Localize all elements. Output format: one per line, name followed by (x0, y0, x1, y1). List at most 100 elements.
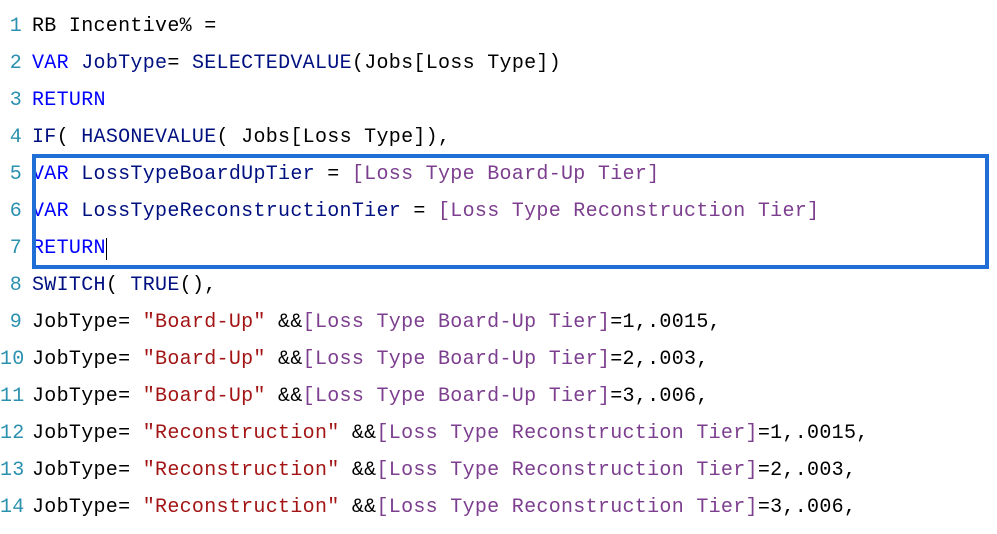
code-line[interactable]: 4IF( HASONEVALUE( Jobs[Loss Type]), (0, 119, 997, 156)
line-content[interactable]: JobType= "Board-Up" &&[Loss Type Board-U… (32, 341, 997, 378)
code-line[interactable]: 6VAR LossTypeReconstructionTier = [Loss … (0, 193, 997, 230)
code-token: =3,.006, (610, 385, 708, 408)
code-token: = (315, 163, 352, 186)
code-token: JobType= (32, 459, 143, 482)
code-token: [Loss Type Reconstruction Tier] (376, 422, 757, 445)
code-token: JobType= (32, 311, 143, 334)
code-token: [Loss Type Reconstruction Tier] (376, 459, 757, 482)
code-token: [Loss Type Board-Up Tier] (352, 163, 660, 186)
code-line[interactable]: 3RETURN (0, 82, 997, 119)
line-number: 14 (0, 489, 32, 526)
line-content[interactable]: VAR LossTypeBoardUpTier = [Loss Type Boa… (32, 156, 997, 193)
line-content[interactable]: JobType= "Board-Up" &&[Loss Type Board-U… (32, 304, 997, 341)
code-token: RETURN (32, 237, 106, 260)
code-line[interactable]: 5VAR LossTypeBoardUpTier = [Loss Type Bo… (0, 156, 997, 193)
code-line[interactable]: 14JobType= "Reconstruction" &&[Loss Type… (0, 489, 997, 526)
code-token: JobType= (32, 422, 143, 445)
code-token: "Reconstruction" (143, 422, 340, 445)
code-token: JobType (81, 52, 167, 75)
code-token: && (266, 348, 303, 371)
code-token (69, 163, 81, 186)
line-number: 13 (0, 452, 32, 489)
line-content[interactable]: VAR JobType= SELECTEDVALUE(Jobs[Loss Typ… (32, 45, 997, 82)
line-number: 12 (0, 415, 32, 452)
code-token: RB Incentive% (32, 15, 204, 38)
code-line[interactable]: 2VAR JobType= SELECTEDVALUE(Jobs[Loss Ty… (0, 45, 997, 82)
code-line[interactable]: 13JobType= "Reconstruction" &&[Loss Type… (0, 452, 997, 489)
code-token: "Reconstruction" (143, 496, 340, 519)
line-number: 11 (0, 378, 32, 415)
line-number: 8 (0, 267, 32, 304)
code-token: = (401, 200, 438, 223)
code-editor[interactable]: 1RB Incentive% =2VAR JobType= SELECTEDVA… (0, 8, 997, 526)
code-token: VAR (32, 163, 69, 186)
line-content[interactable]: VAR LossTypeReconstructionTier = [Loss T… (32, 193, 997, 230)
line-content[interactable]: JobType= "Reconstruction" &&[Loss Type R… (32, 452, 997, 489)
line-content[interactable]: JobType= "Reconstruction" &&[Loss Type R… (32, 415, 997, 452)
line-number: 2 (0, 45, 32, 82)
code-token: "Reconstruction" (143, 459, 340, 482)
code-line[interactable]: 12JobType= "Reconstruction" &&[Loss Type… (0, 415, 997, 452)
line-number: 7 (0, 230, 32, 267)
code-token: && (340, 496, 377, 519)
text-cursor (106, 238, 107, 260)
code-token: RETURN (32, 89, 106, 112)
code-token: && (266, 311, 303, 334)
code-token: [Loss Type Board-Up Tier] (303, 385, 611, 408)
line-number: 1 (0, 8, 32, 45)
code-token: SELECTEDVALUE (192, 52, 352, 75)
code-token: (), (180, 274, 217, 297)
line-number: 4 (0, 119, 32, 156)
line-number: 10 (0, 341, 32, 378)
line-number: 3 (0, 82, 32, 119)
code-token: LossTypeBoardUpTier (81, 163, 315, 186)
code-line[interactable]: 10JobType= "Board-Up" &&[Loss Type Board… (0, 341, 997, 378)
line-number: 9 (0, 304, 32, 341)
line-content[interactable]: SWITCH( TRUE(), (32, 267, 997, 304)
code-token: ( (57, 126, 82, 149)
code-token: VAR (32, 52, 69, 75)
code-line[interactable]: 1RB Incentive% = (0, 8, 997, 45)
code-line[interactable]: 8SWITCH( TRUE(), (0, 267, 997, 304)
code-token: JobType= (32, 348, 143, 371)
code-token: JobType= (32, 385, 143, 408)
code-token: =3,.006, (758, 496, 856, 519)
code-token: SWITCH (32, 274, 106, 297)
line-content[interactable]: IF( HASONEVALUE( Jobs[Loss Type]), (32, 119, 997, 156)
code-token (69, 200, 81, 223)
code-token: = (167, 52, 192, 75)
code-token: "Board-Up" (143, 385, 266, 408)
code-token: LossTypeReconstructionTier (81, 200, 401, 223)
code-token: && (266, 385, 303, 408)
line-number: 5 (0, 156, 32, 193)
code-token (69, 52, 81, 75)
code-line[interactable]: 9JobType= "Board-Up" &&[Loss Type Board-… (0, 304, 997, 341)
code-token: ( Jobs[Loss Type]), (217, 126, 451, 149)
code-token: [Loss Type Board-Up Tier] (303, 348, 611, 371)
code-token: [Loss Type Reconstruction Tier] (438, 200, 819, 223)
code-token: TRUE (130, 274, 179, 297)
code-token: =1,.0015, (758, 422, 869, 445)
code-token: ( (106, 274, 131, 297)
line-content[interactable]: JobType= "Reconstruction" &&[Loss Type R… (32, 489, 997, 526)
code-token: IF (32, 126, 57, 149)
code-token: HASONEVALUE (81, 126, 216, 149)
code-token: (Jobs[Loss Type]) (352, 52, 561, 75)
code-token: [Loss Type Reconstruction Tier] (376, 496, 757, 519)
line-number: 6 (0, 193, 32, 230)
code-token: && (340, 422, 377, 445)
code-token: "Board-Up" (143, 348, 266, 371)
code-token: JobType= (32, 496, 143, 519)
code-token: =2,.003, (758, 459, 856, 482)
line-content[interactable]: RETURN (32, 230, 997, 267)
code-line[interactable]: 7RETURN (0, 230, 997, 267)
line-content[interactable]: RETURN (32, 82, 997, 119)
code-token: VAR (32, 200, 69, 223)
line-content[interactable]: JobType= "Board-Up" &&[Loss Type Board-U… (32, 378, 997, 415)
code-token: "Board-Up" (143, 311, 266, 334)
code-token: [Loss Type Board-Up Tier] (303, 311, 611, 334)
code-token: && (340, 459, 377, 482)
code-token: =2,.003, (610, 348, 708, 371)
line-content[interactable]: RB Incentive% = (32, 8, 997, 45)
code-line[interactable]: 11JobType= "Board-Up" &&[Loss Type Board… (0, 378, 997, 415)
